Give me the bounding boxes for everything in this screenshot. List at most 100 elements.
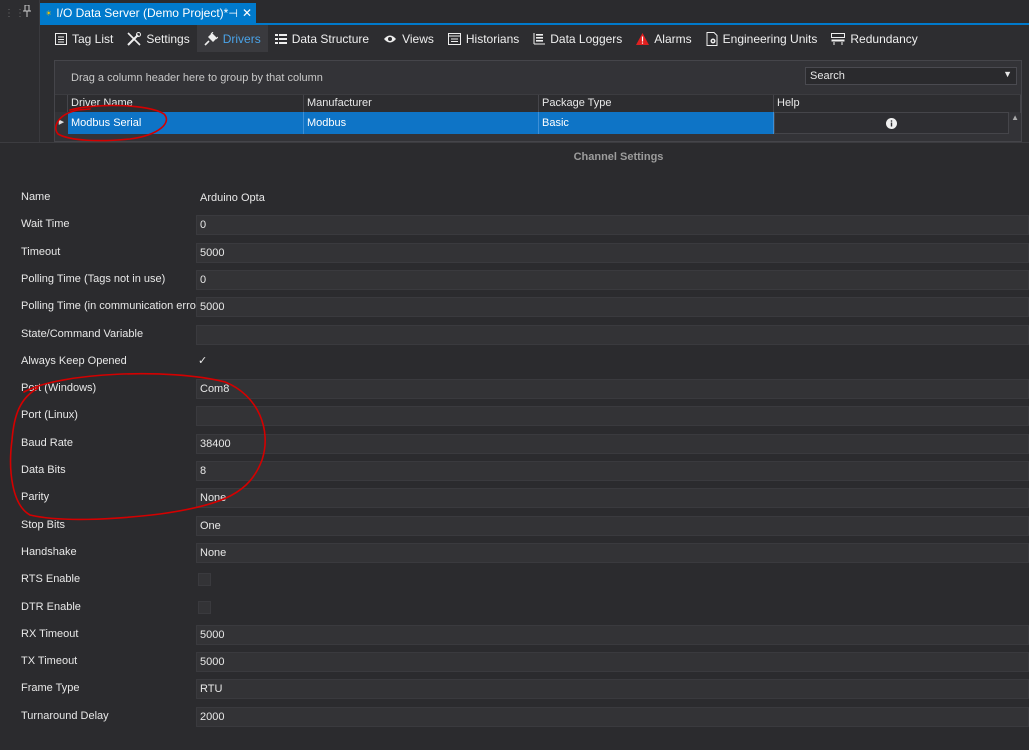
property-value-field[interactable]: 5000: [196, 652, 1029, 672]
cell-help[interactable]: [774, 112, 1009, 134]
property-label: Baud Rate: [21, 437, 73, 449]
property-row: Timeout 5000: [0, 243, 1029, 263]
tab-pin-icon[interactable]: ⊣: [228, 7, 238, 20]
property-row: Wait Time 0: [0, 215, 1029, 235]
table-row[interactable]: ▶ Modbus Serial Modbus Basic: [55, 112, 1021, 134]
search-dropdown[interactable]: Search ▼: [805, 67, 1017, 85]
document-tab[interactable]: I/O Data Server (Demo Project)* ⊣ ✕: [40, 3, 256, 23]
tab-label: Redundancy: [850, 31, 918, 46]
property-row: Data Bits 8: [0, 461, 1029, 481]
property-value-field[interactable]: 8: [196, 461, 1029, 481]
checkbox[interactable]: [198, 601, 211, 614]
tab-label: Engineering Units: [722, 31, 818, 46]
property-value-field[interactable]: 0: [196, 270, 1029, 290]
property-row: Port (Windows) Com8: [0, 379, 1029, 399]
property-row: RTS Enable: [0, 570, 1029, 590]
pin-icon[interactable]: [22, 5, 32, 17]
property-row: Polling Time (Tags not in use) 0: [0, 270, 1029, 290]
property-value-field[interactable]: 2000: [196, 707, 1029, 727]
property-row: Handshake None: [0, 543, 1029, 563]
sun-logo-icon: [46, 10, 52, 16]
tab-settings[interactable]: Settings: [120, 25, 196, 52]
cell-package-type[interactable]: Basic: [539, 112, 774, 134]
property-label: Stop Bits: [21, 519, 66, 531]
property-row: Parity None: [0, 488, 1029, 508]
cell-manufacturer[interactable]: Modbus: [304, 112, 539, 134]
property-label: Polling Time (in communication error): [21, 300, 204, 312]
property-value-field[interactable]: None: [196, 543, 1029, 563]
property-value-field[interactable]: One: [196, 516, 1029, 536]
tab-views[interactable]: Views: [376, 25, 441, 52]
cell-driver-name[interactable]: Modbus Serial: [68, 112, 304, 134]
property-row: Baud Rate 38400: [0, 434, 1029, 454]
property-label: RX Timeout: [21, 628, 79, 640]
tag-list-icon: [55, 32, 67, 45]
property-row: Stop Bits One: [0, 516, 1029, 536]
tab-label: Alarms: [654, 31, 692, 46]
column-header-help[interactable]: Help: [774, 95, 1021, 113]
group-by-panel[interactable]: Drag a column header here to group by th…: [55, 61, 1021, 93]
drivers-grid: Drag a column header here to group by th…: [54, 60, 1022, 142]
info-icon[interactable]: [886, 117, 897, 129]
tab-data-structure[interactable]: Data Structure: [268, 25, 376, 52]
tab-redundancy[interactable]: Redundancy: [824, 25, 924, 52]
plug-icon: [204, 31, 218, 46]
document-tab-title: I/O Data Server (Demo Project)*: [56, 6, 229, 20]
grid-header: Driver Name Manufacturer Package Type He…: [55, 94, 1021, 113]
property-label: Port (Windows): [21, 382, 97, 394]
alarm-icon: [636, 32, 650, 45]
property-value-field[interactable]: 5000: [196, 297, 1029, 317]
tab-label: Settings: [146, 31, 190, 46]
property-row: Polling Time (in communication error) 500…: [0, 297, 1029, 317]
column-header-driver-name[interactable]: Driver Name: [68, 95, 304, 113]
engineering-units-icon: [706, 31, 718, 46]
property-label: State/Command Variable: [21, 328, 144, 340]
property-row: Turnaround Delay 2000: [0, 707, 1029, 727]
property-value-field[interactable]: [196, 325, 1029, 345]
chevron-down-icon[interactable]: ▼: [1003, 69, 1012, 79]
panel-title: Channel Settings: [573, 151, 664, 163]
search-label: Search: [810, 70, 845, 82]
drivers-grid-area: Drag a column header here to group by th…: [40, 52, 1029, 142]
property-label: Timeout: [21, 246, 61, 258]
property-row: Frame Type RTU: [0, 679, 1029, 699]
property-label: TX Timeout: [21, 655, 78, 667]
tab-drivers[interactable]: Drivers: [196, 25, 268, 52]
property-value-field[interactable]: 5000: [196, 625, 1029, 645]
property-value-field[interactable]: 0: [196, 215, 1029, 235]
checkbox-checked[interactable]: ✓: [198, 355, 211, 368]
property-value-field[interactable]: 38400: [196, 434, 1029, 454]
tab-tag-list[interactable]: Tag List: [48, 25, 120, 52]
property-label: Name: [21, 191, 51, 203]
tab-engineering-units[interactable]: Engineering Units: [699, 25, 825, 52]
tab-alarms[interactable]: Alarms: [629, 25, 698, 52]
property-value-field[interactable]: Arduino Opta: [196, 188, 1029, 208]
column-header-manufacturer[interactable]: Manufacturer: [304, 95, 539, 113]
eye-icon: [384, 35, 397, 42]
property-value-field[interactable]: RTU: [196, 679, 1029, 699]
tab-label: Data Loggers: [550, 31, 623, 46]
checkbox[interactable]: [198, 573, 211, 586]
property-label: Port (Linux): [21, 409, 78, 421]
property-label: Turnaround Delay: [21, 710, 109, 722]
tab-historians[interactable]: Historians: [441, 25, 526, 52]
tab-data-loggers[interactable]: Data Loggers: [526, 25, 629, 52]
property-value-field[interactable]: None: [196, 488, 1029, 508]
channel-settings-panel: Channel Settings Name Arduino Opta Wait Ti…: [0, 142, 1029, 750]
tab-label: Tag List: [72, 31, 114, 46]
property-label: Frame Type: [21, 682, 80, 694]
column-header-package-type[interactable]: Package Type: [539, 95, 774, 113]
left-dock-strip: ⋮⋮: [0, 0, 40, 142]
property-value-field[interactable]: 5000: [196, 243, 1029, 263]
property-row: Port (Linux): [0, 406, 1029, 426]
property-value-field[interactable]: [196, 406, 1029, 426]
property-row: RX Timeout 5000: [0, 625, 1029, 645]
property-value-field[interactable]: Com8: [196, 379, 1029, 399]
scroll-up-icon[interactable]: ▲: [1011, 113, 1019, 122]
property-label: Wait Time: [21, 218, 70, 230]
property-label: Polling Time (Tags not in use): [21, 273, 166, 285]
property-row: Always Keep Opened ✓: [0, 352, 1029, 372]
tab-label: Drivers: [222, 31, 261, 46]
property-row: TX Timeout 5000: [0, 652, 1029, 672]
close-icon[interactable]: ✕: [242, 6, 252, 20]
